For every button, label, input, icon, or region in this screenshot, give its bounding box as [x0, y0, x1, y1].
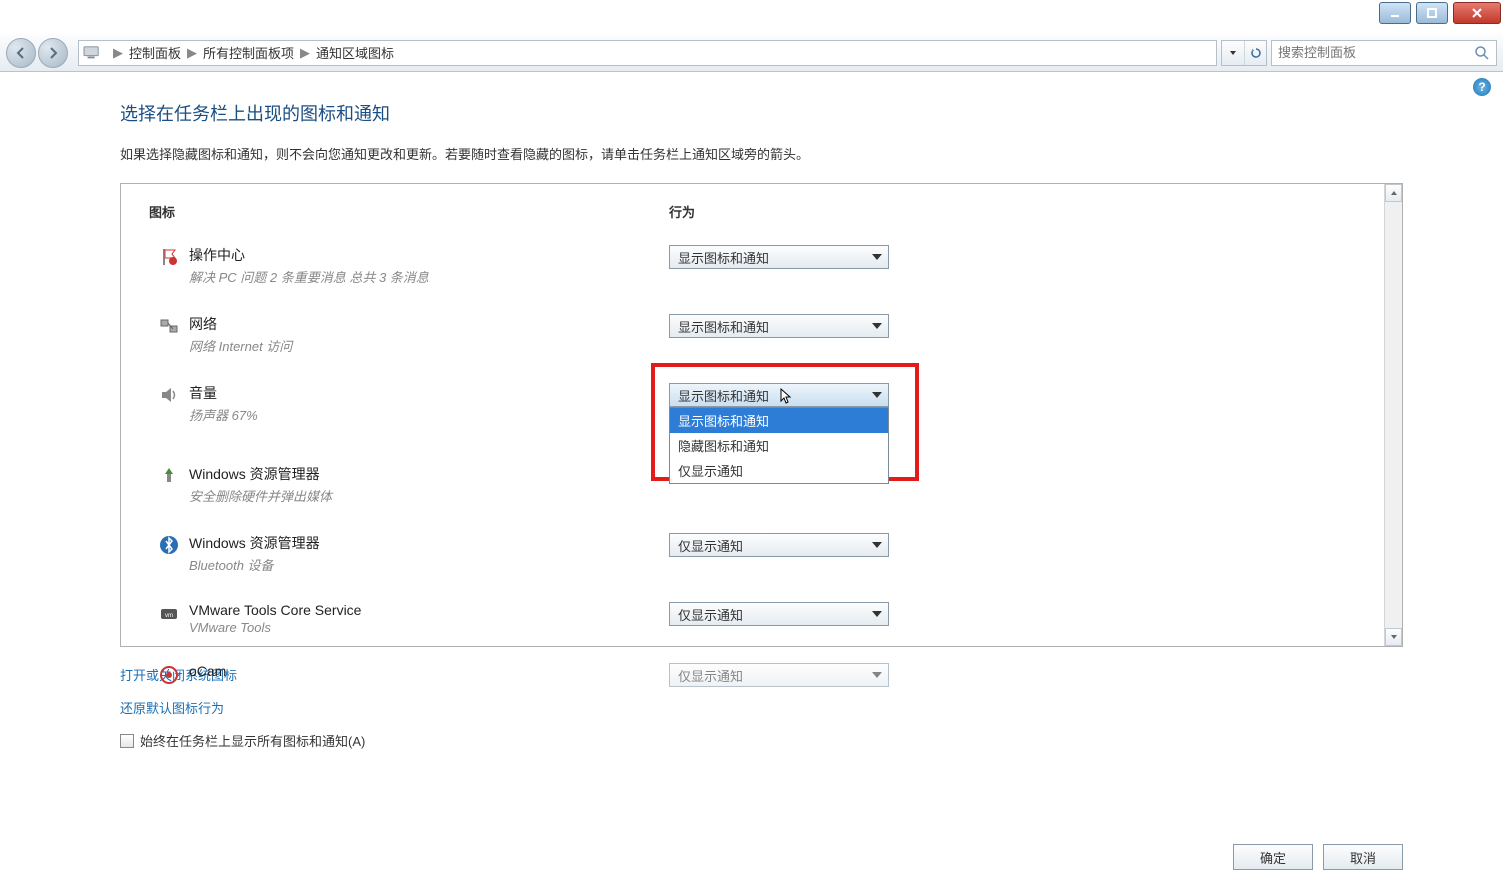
- row-name: 操作中心: [189, 245, 669, 265]
- page-title: 选择在任务栏上出现的图标和通知: [120, 100, 1403, 126]
- table-row: 操作中心 解决 PC 问题 2 条重要消息 总共 3 条消息 显示图标和通知: [149, 245, 1356, 286]
- behavior-select[interactable]: 仅显示通知: [669, 602, 889, 626]
- table-row: 网络 网络 Internet 访问 显示图标和通知: [149, 314, 1356, 355]
- chevron-down-icon: [872, 392, 882, 398]
- breadcrumb-controls: [1221, 40, 1267, 66]
- chevron-down-icon: [872, 611, 882, 617]
- table-body: 图标 行为 操作中心 解决 PC 问题 2 条重要消息 总共 3 条消息 显示图…: [121, 184, 1384, 705]
- refresh-button[interactable]: [1244, 41, 1266, 65]
- dropdown-option[interactable]: 仅显示通知: [670, 458, 888, 483]
- icons-table: 图标 行为 操作中心 解决 PC 问题 2 条重要消息 总共 3 条消息 显示图…: [120, 183, 1403, 647]
- row-name: Windows 资源管理器: [189, 533, 669, 553]
- behavior-dropdown: 显示图标和通知 隐藏图标和通知 仅显示通知: [669, 407, 889, 484]
- cursor-icon: [780, 388, 794, 406]
- vmware-icon: vm: [159, 604, 179, 624]
- flag-icon: [159, 247, 179, 267]
- table-header: 图标 行为: [149, 202, 1356, 221]
- scroll-up-button[interactable]: [1385, 184, 1402, 202]
- help-icon[interactable]: ?: [1473, 78, 1491, 96]
- select-value: 仅显示通知: [678, 536, 743, 555]
- select-value: 仅显示通知: [678, 666, 743, 685]
- behavior-select[interactable]: 显示图标和通知: [669, 245, 889, 269]
- chevron-right-icon: ▶: [107, 45, 129, 61]
- behavior-select[interactable]: 仅显示通知: [669, 663, 889, 687]
- navbar: ▶ 控制面板 ▶ 所有控制面板项 ▶ 通知区域图标: [0, 34, 1503, 72]
- row-name: 音量: [189, 383, 669, 403]
- checkbox-label: 始终在任务栏上显示所有图标和通知(A): [140, 731, 365, 750]
- search-icon: [1474, 45, 1490, 61]
- cancel-button[interactable]: 取消: [1323, 844, 1403, 870]
- col-behavior-header: 行为: [669, 202, 1356, 221]
- row-sub: Bluetooth 设备: [189, 555, 669, 574]
- dialog-buttons: 确定 取消: [1233, 844, 1403, 870]
- ocam-icon: [159, 665, 179, 685]
- row-sub: 安全删除硬件并弹出媒体: [189, 486, 669, 505]
- select-value: 显示图标和通知: [678, 248, 769, 267]
- row-name: oCam: [189, 663, 669, 679]
- computer-icon: [83, 45, 101, 61]
- always-show-checkbox-row: 始终在任务栏上显示所有图标和通知(A): [120, 731, 1403, 750]
- breadcrumb-item[interactable]: 通知区域图标: [316, 43, 394, 62]
- window-controls: [1376, 0, 1503, 24]
- network-icon: [159, 316, 179, 336]
- row-sub: 网络 Internet 访问: [189, 336, 669, 355]
- row-sub: 解决 PC 问题 2 条重要消息 总共 3 条消息: [189, 267, 669, 286]
- behavior-select[interactable]: 显示图标和通知: [669, 314, 889, 338]
- close-button[interactable]: [1453, 2, 1501, 24]
- scroll-down-button[interactable]: [1385, 628, 1402, 646]
- ok-button[interactable]: 确定: [1233, 844, 1313, 870]
- row-name: VMware Tools Core Service: [189, 602, 669, 618]
- speaker-icon: [159, 385, 179, 405]
- dropdown-option[interactable]: 显示图标和通知: [670, 408, 888, 433]
- row-sub: 扬声器 67%: [189, 405, 669, 424]
- col-icon-header: 图标: [149, 202, 669, 221]
- minimize-button[interactable]: [1379, 2, 1411, 24]
- main-content: 选择在任务栏上出现的图标和通知 如果选择隐藏图标和通知，则不会向您通知更改和更新…: [120, 100, 1403, 870]
- row-sub: VMware Tools: [189, 620, 669, 635]
- page-description: 如果选择隐藏图标和通知，则不会向您通知更改和更新。若要随时查看隐藏的图标，请单击…: [120, 144, 1403, 163]
- nav-forward-button[interactable]: [38, 38, 68, 68]
- table-row: oCam 仅显示通知: [149, 663, 1356, 687]
- bluetooth-icon: [159, 535, 179, 555]
- select-value: 仅显示通知: [678, 605, 743, 624]
- behavior-select[interactable]: 显示图标和通知: [669, 383, 889, 407]
- always-show-checkbox[interactable]: [120, 734, 134, 748]
- nav-back-forward: [6, 38, 68, 68]
- row-name: 网络: [189, 314, 669, 334]
- select-value: 显示图标和通知: [678, 386, 769, 405]
- search-box[interactable]: [1271, 40, 1497, 66]
- table-row: vm VMware Tools Core Service VMware Tool…: [149, 602, 1356, 635]
- chevron-down-icon: [872, 323, 882, 329]
- chevron-right-icon: ▶: [294, 45, 316, 61]
- breadcrumb-item[interactable]: 控制面板: [129, 43, 181, 62]
- scrollbar[interactable]: [1384, 184, 1402, 646]
- chevron-down-icon: [872, 542, 882, 548]
- search-input[interactable]: [1278, 45, 1474, 60]
- chevron-right-icon: ▶: [181, 45, 203, 61]
- row-name: Windows 资源管理器: [189, 464, 669, 484]
- chevron-down-icon: [872, 254, 882, 260]
- maximize-button[interactable]: [1416, 2, 1448, 24]
- breadcrumb[interactable]: ▶ 控制面板 ▶ 所有控制面板项 ▶ 通知区域图标: [78, 40, 1217, 66]
- behavior-select[interactable]: 仅显示通知: [669, 533, 889, 557]
- nav-back-button[interactable]: [6, 38, 36, 68]
- svg-text:vm: vm: [165, 613, 173, 619]
- table-row: Windows 资源管理器 Bluetooth 设备 仅显示通知: [149, 533, 1356, 574]
- breadcrumb-dropdown-button[interactable]: [1222, 41, 1244, 65]
- select-value: 显示图标和通知: [678, 317, 769, 336]
- chevron-down-icon: [872, 672, 882, 678]
- table-row: 音量 扬声器 67% 显示图标和通知 显示图标和通知 隐藏图标和通知 仅显示通知: [149, 383, 1356, 424]
- usb-eject-icon: [159, 466, 179, 486]
- dropdown-option[interactable]: 隐藏图标和通知: [670, 433, 888, 458]
- breadcrumb-item[interactable]: 所有控制面板项: [203, 43, 294, 62]
